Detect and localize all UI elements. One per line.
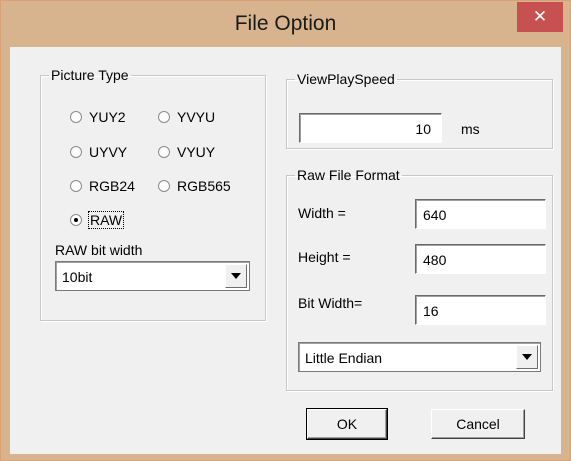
radio-label: RGB24 xyxy=(89,178,135,194)
ok-button[interactable]: OK xyxy=(306,408,388,440)
height-label: Height = xyxy=(298,249,351,265)
bit-width-input[interactable]: 16 xyxy=(415,295,546,325)
radio-icon xyxy=(70,180,82,192)
radio-label: YVYU xyxy=(177,109,216,125)
close-icon: ✕ xyxy=(532,7,548,26)
radio-label: RGB565 xyxy=(177,178,231,194)
height-value: 480 xyxy=(423,252,447,268)
picture-type-legend: Picture Type xyxy=(51,67,129,83)
radio-icon xyxy=(158,180,170,192)
window-title: File Option xyxy=(234,12,337,35)
radio-label: RAW xyxy=(87,211,125,229)
radio-icon xyxy=(158,111,170,123)
raw-bit-width-select[interactable]: 10bit xyxy=(55,261,250,291)
bit-width-value: 16 xyxy=(423,303,439,319)
width-value: 640 xyxy=(423,207,447,223)
radio-raw[interactable]: RAW xyxy=(70,211,125,229)
radio-rgb24[interactable]: RGB24 xyxy=(70,178,135,194)
width-input[interactable]: 640 xyxy=(415,199,546,229)
close-button[interactable]: ✕ xyxy=(517,2,563,32)
title-bar[interactable]: File Option ✕ xyxy=(1,1,570,47)
raw-bit-width-label: RAW bit width xyxy=(55,242,143,258)
play-speed-value: 10 xyxy=(415,121,431,137)
radio-vyuy[interactable]: VYUY xyxy=(158,144,215,160)
radio-icon xyxy=(70,111,82,123)
radio-uyvy[interactable]: UYVY xyxy=(70,144,127,160)
bit-width-label: Bit Width= xyxy=(298,295,363,311)
raw-file-format-legend: Raw File Format xyxy=(297,167,400,183)
width-label: Width = xyxy=(298,205,346,221)
file-option-window: File Option ✕ Picture Type YUY2 YVYU UYV… xyxy=(0,0,571,461)
dropdown-button[interactable] xyxy=(516,345,538,369)
chevron-down-icon xyxy=(522,354,532,360)
radio-yuy2[interactable]: YUY2 xyxy=(70,109,126,125)
radio-yvyu[interactable]: YVYU xyxy=(158,109,215,125)
radio-icon xyxy=(158,146,170,158)
raw-bit-width-value: 10bit xyxy=(62,269,93,285)
play-speed-unit: ms xyxy=(461,121,480,137)
dialog-client: Picture Type YUY2 YVYU UYVY VYUY RGB24 R… xyxy=(10,47,561,454)
height-input[interactable]: 480 xyxy=(415,244,546,274)
radio-checked-icon xyxy=(70,214,82,226)
radio-rgb565[interactable]: RGB565 xyxy=(158,178,231,194)
chevron-down-icon xyxy=(231,273,241,279)
cancel-button[interactable]: Cancel xyxy=(431,409,525,439)
dropdown-button[interactable] xyxy=(225,264,247,288)
radio-icon xyxy=(70,146,82,158)
endian-value: Little Endian xyxy=(305,350,383,366)
radio-label: UYVY xyxy=(89,144,128,160)
play-speed-input[interactable]: 10 xyxy=(299,113,442,143)
endian-select[interactable]: Little Endian xyxy=(298,342,541,372)
radio-label: VYUY xyxy=(177,144,216,160)
view-play-speed-legend: ViewPlaySpeed xyxy=(297,71,395,87)
radio-label: YUY2 xyxy=(89,109,126,125)
